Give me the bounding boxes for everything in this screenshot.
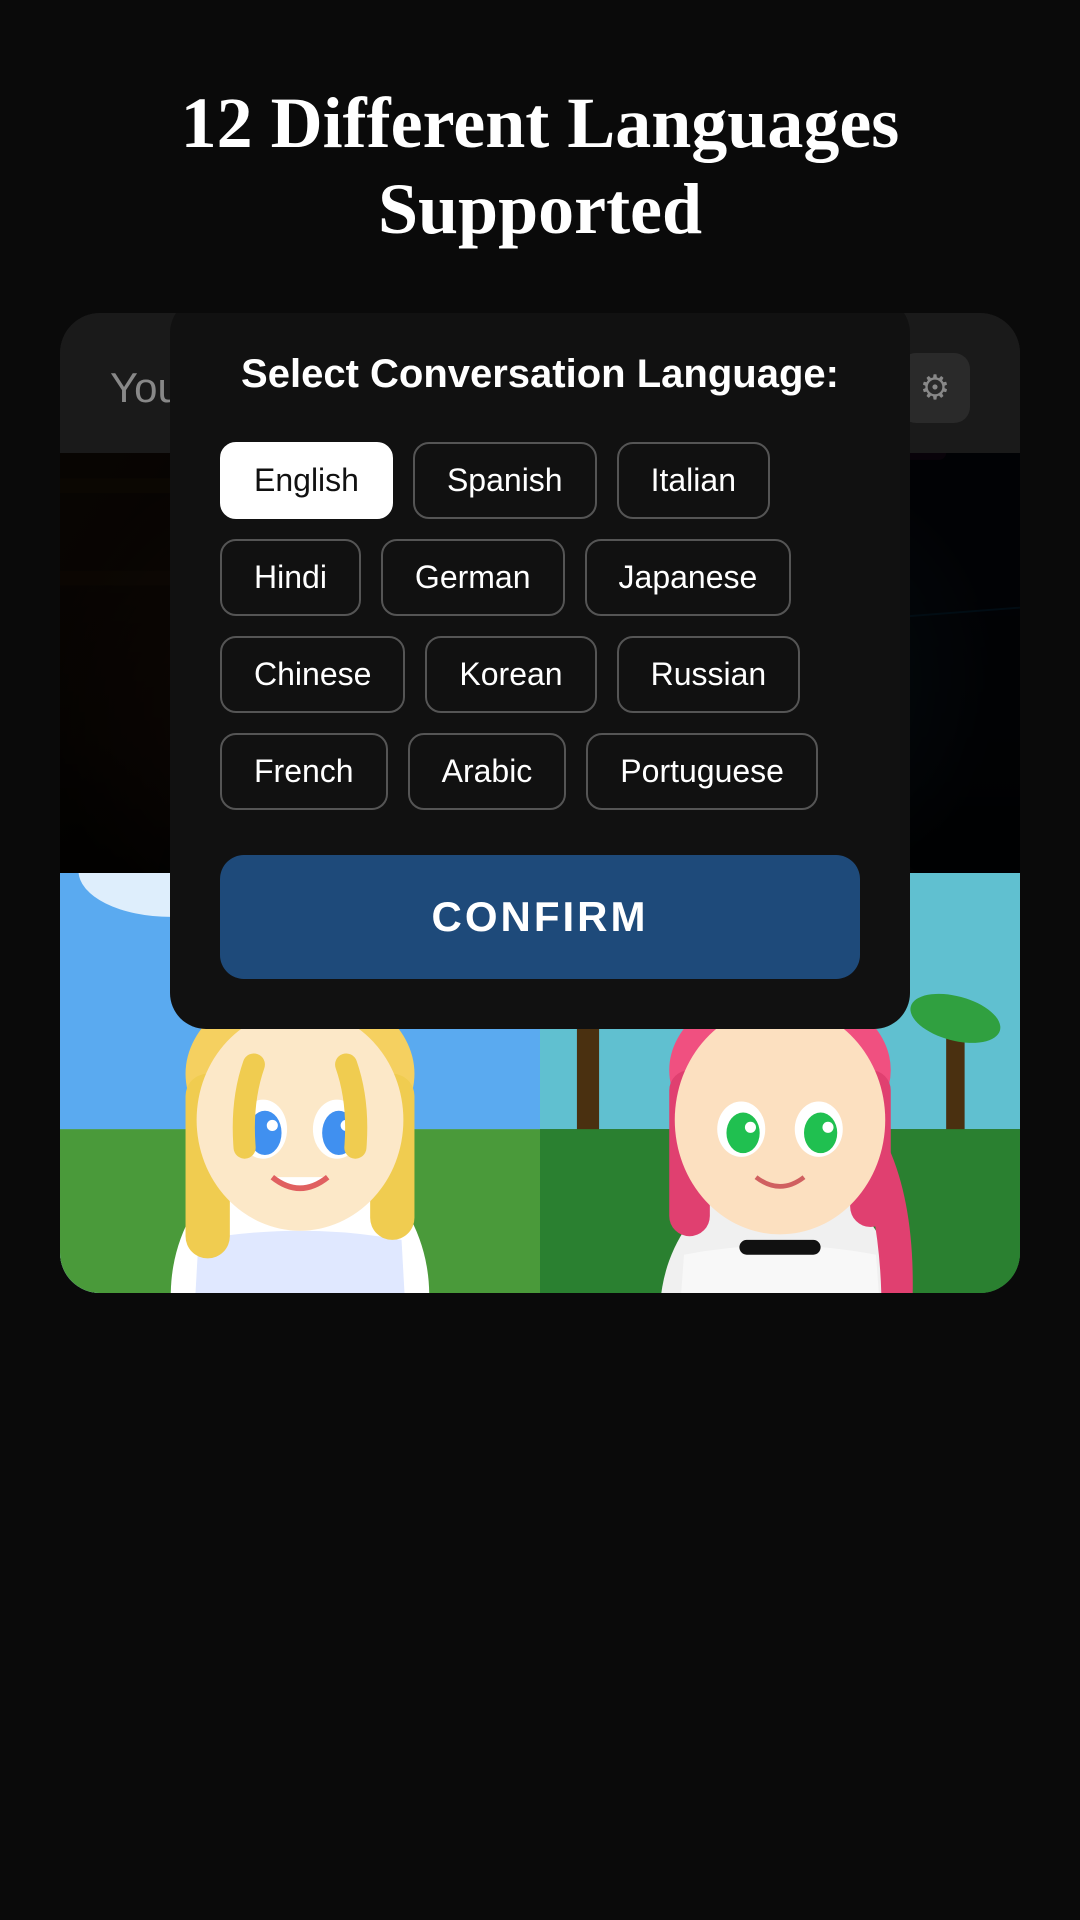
modal-title: Select Conversation Language: [220, 352, 860, 397]
app-container: Your Girlfriends ⚙ [60, 313, 1020, 1293]
confirm-button[interactable]: CONFIRM [220, 855, 860, 979]
lang-btn-russian[interactable]: Russian [617, 636, 801, 713]
lang-btn-german[interactable]: German [381, 539, 565, 616]
page-title: 12 Different Languages Supported [0, 0, 1080, 313]
lang-btn-arabic[interactable]: Arabic [408, 733, 567, 810]
lang-btn-english[interactable]: English [220, 442, 393, 519]
lang-btn-portuguese[interactable]: Portuguese [586, 733, 818, 810]
settings-icon[interactable]: ⚙ [900, 353, 970, 423]
modal-overlay: Select Conversation Language: EnglishSpa… [60, 453, 1020, 873]
lang-btn-korean[interactable]: Korean [425, 636, 596, 713]
girlfriends-grid-top: Sakura [60, 453, 1020, 873]
lang-btn-hindi[interactable]: Hindi [220, 539, 361, 616]
language-modal: Select Conversation Language: English Spa… [170, 313, 910, 1029]
lang-btn-italian[interactable]: Italian [617, 442, 770, 519]
lang-btn-french[interactable]: French [220, 733, 388, 810]
lang-btn-japanese[interactable]: Japanese [585, 539, 792, 616]
language-grid: English Spanish Italian Hindi German Japanese… [220, 442, 860, 810]
lang-btn-chinese[interactable]: Chinese [220, 636, 405, 713]
lang-btn-spanish[interactable]: Spanish [413, 442, 597, 519]
